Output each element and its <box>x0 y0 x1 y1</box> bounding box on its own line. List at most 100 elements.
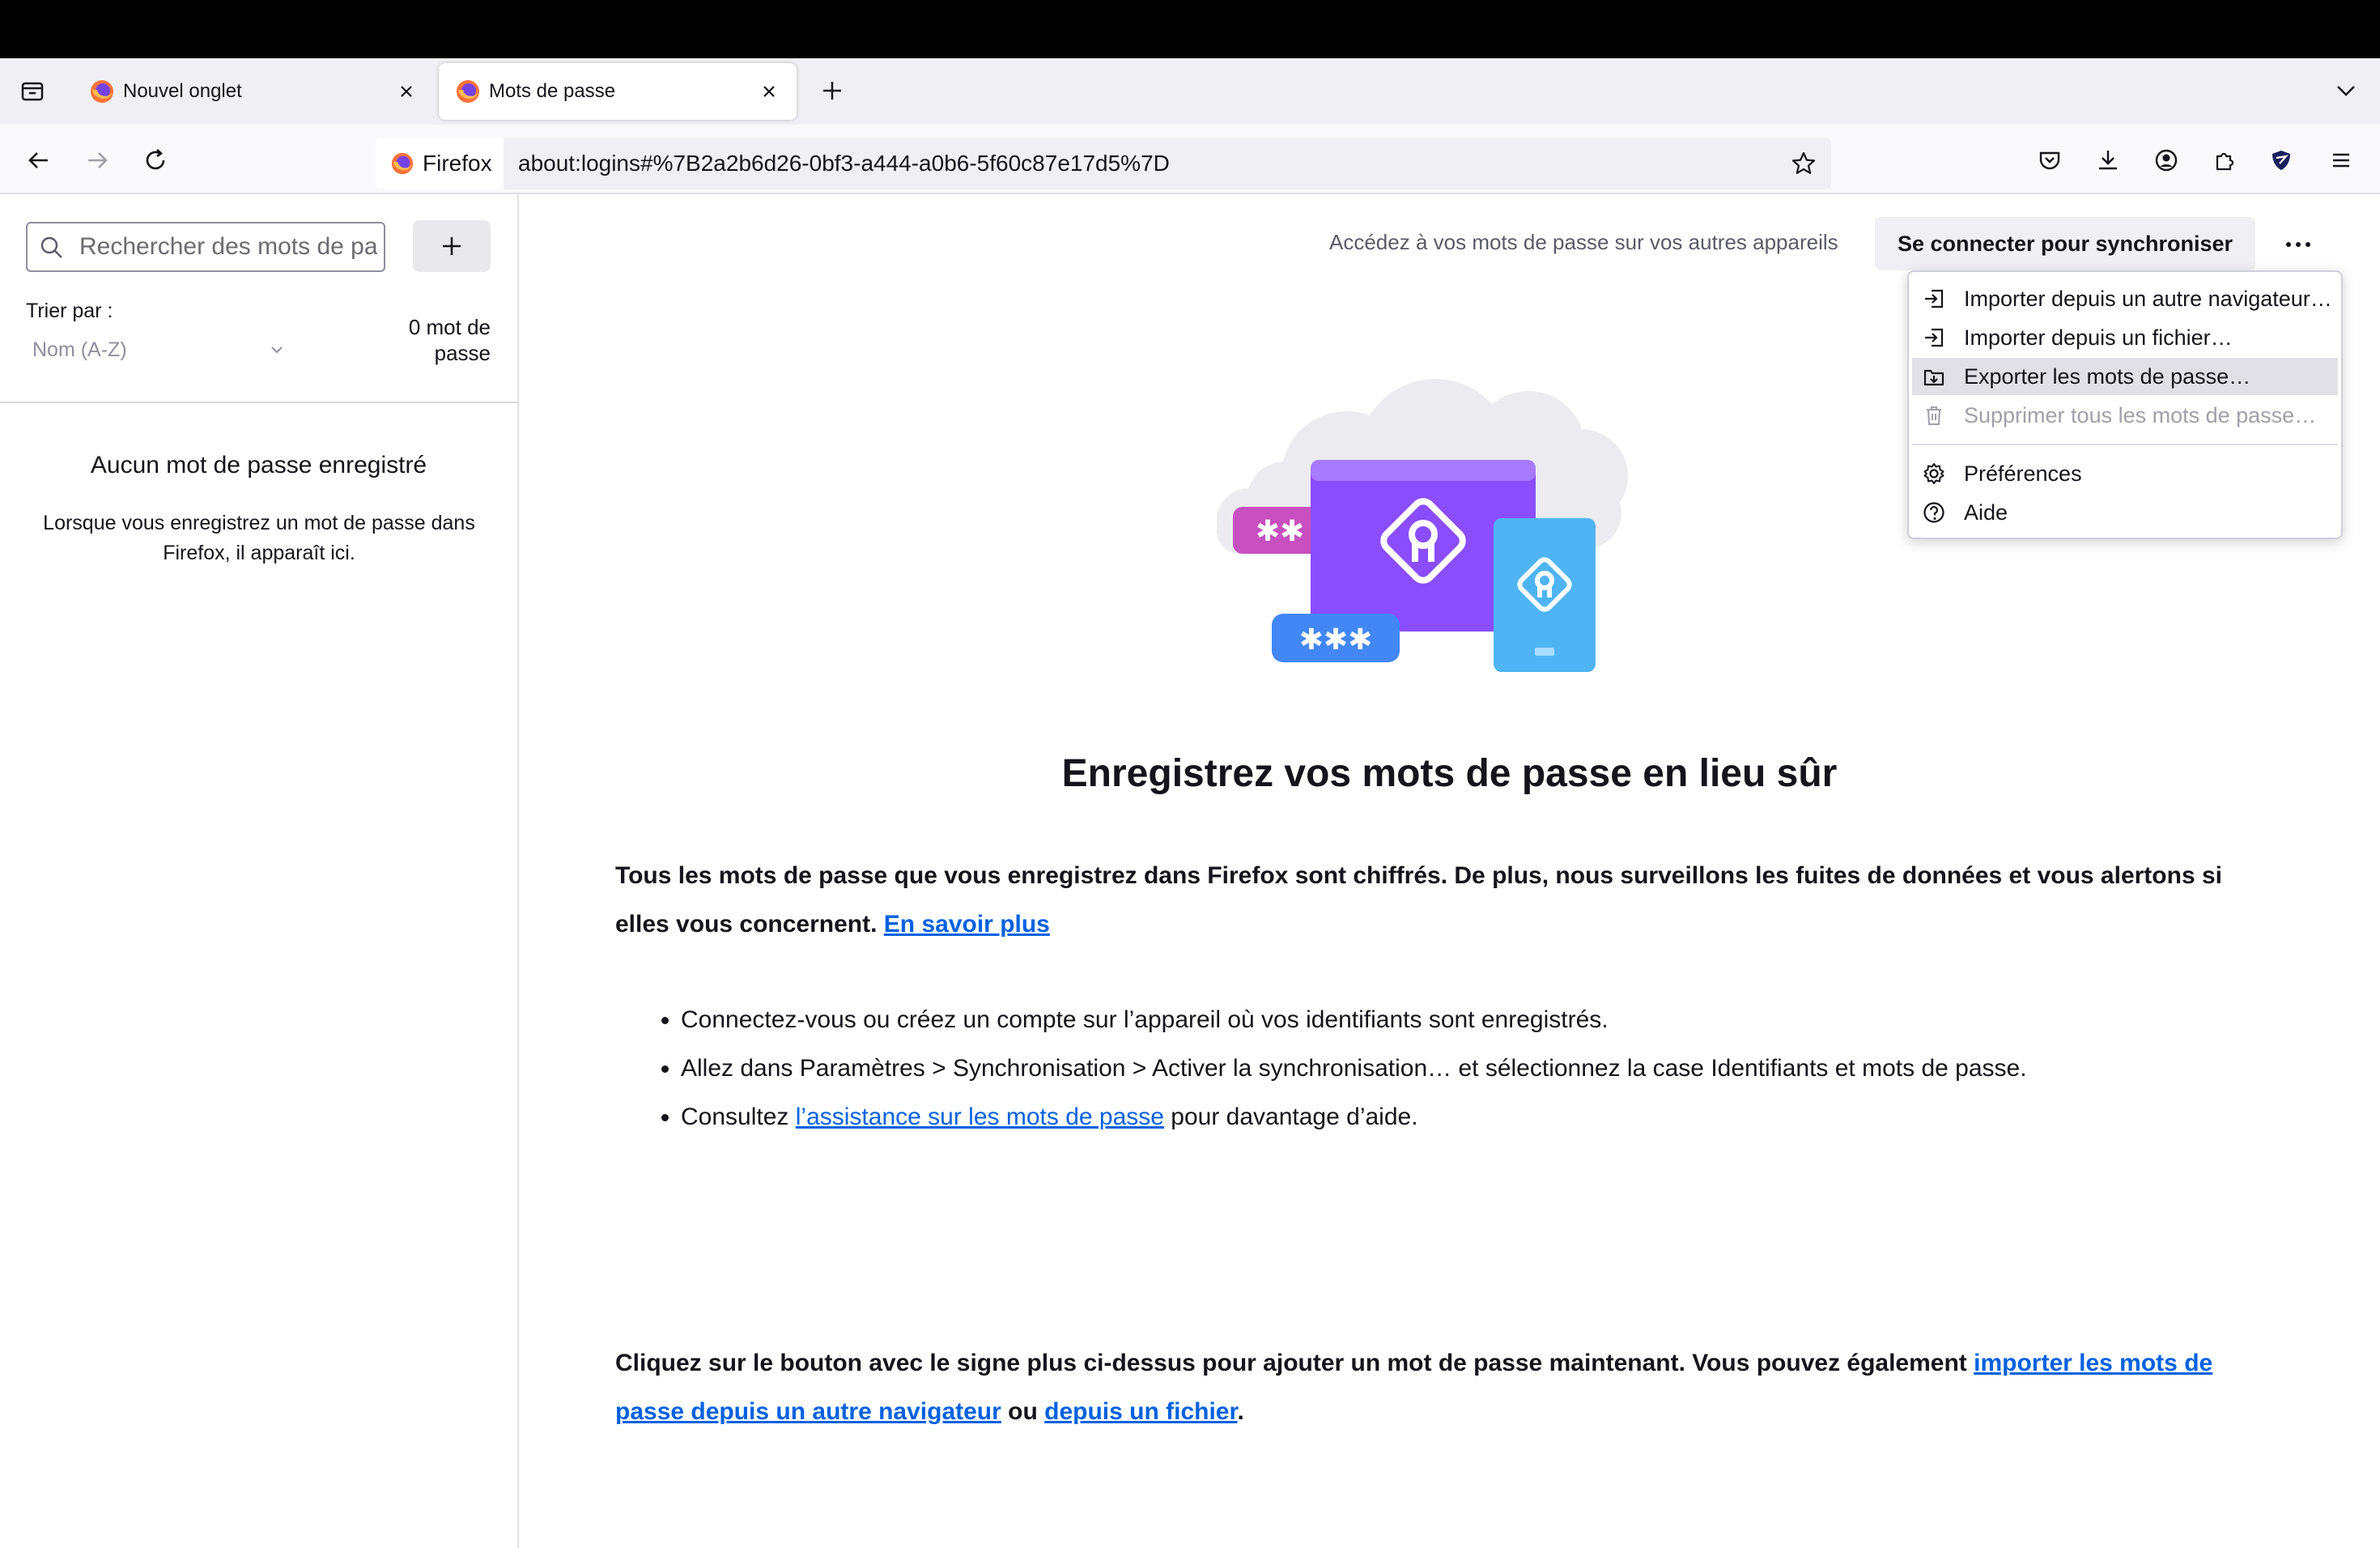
puzzle-icon <box>2216 152 2234 171</box>
outro-post: . <box>1237 1398 1244 1425</box>
plus-icon <box>443 237 461 255</box>
passwords-illustration: ✱✱ ✱✱✱ <box>1217 379 1628 672</box>
identity-label: Firefox <box>423 151 492 176</box>
login-count-line2: passe <box>434 341 491 365</box>
chevron-down-icon <box>271 347 283 354</box>
reload-icon <box>146 149 165 170</box>
chevron-down-icon <box>2337 86 2355 96</box>
firefox-icon <box>457 80 479 103</box>
pocket-button[interactable] <box>2027 138 2072 183</box>
shield-icon <box>2272 151 2290 170</box>
search-icon <box>40 236 62 258</box>
outro-paragraph: Cliquez sur le bouton avec le signe plus… <box>615 1339 2259 1436</box>
more-options-button[interactable] <box>2276 222 2321 267</box>
help-icon <box>1923 502 1944 523</box>
tab-strip: Nouvel onglet Mots de passe <box>0 58 2380 125</box>
tab-close-button[interactable] <box>754 77 784 106</box>
list-item: Connectez-vous ou créez un compte sur l’… <box>681 996 2300 1044</box>
navigation-toolbar: Firefox about:logins#%7B2a2b6d26-0bf3-a4… <box>0 125 2380 194</box>
new-tab-button[interactable] <box>810 68 855 113</box>
gear-icon <box>1923 463 1944 484</box>
outro-mid: ou <box>1001 1398 1045 1425</box>
menu-item-help[interactable]: Aide <box>1912 494 2338 531</box>
add-login-button[interactable] <box>413 220 491 272</box>
tab-close-button[interactable] <box>392 77 421 106</box>
menu-separator <box>1912 444 2338 445</box>
empty-list-title: Aucun mot de passe enregistré <box>90 452 427 478</box>
menu-item-label: Importer depuis un autre navigateur… <box>1964 287 2332 311</box>
more-options-menu: Importer depuis un autre navigateur… Imp… <box>1907 270 2343 539</box>
extension-shield-button[interactable] <box>2259 138 2304 183</box>
logins-sidebar: Rechercher des mots de passe Trier par :… <box>0 194 519 1548</box>
intro-paragraph: Tous les mots de passe que vous enregist… <box>615 852 2259 949</box>
list-item: Allez dans Paramètres > Synchronisation … <box>681 1044 2300 1093</box>
firefox-view-icon <box>21 82 44 101</box>
search-placeholder: Rechercher des mots de passe <box>79 233 377 260</box>
url-bar[interactable]: Firefox about:logins#%7B2a2b6d26-0bf3-a4… <box>376 138 1831 189</box>
account-button[interactable] <box>2144 138 2189 183</box>
import-icon <box>1925 289 1944 308</box>
app-menu-button[interactable] <box>2318 138 2364 183</box>
plus-icon <box>823 82 841 100</box>
menu-item-export[interactable]: Exporter les mots de passe… <box>1912 358 2338 395</box>
sidebar-divider <box>0 402 517 403</box>
back-button[interactable] <box>16 138 62 183</box>
tab-passwords[interactable]: Mots de passe <box>439 63 797 120</box>
tab-new-tab[interactable]: Nouvel onglet <box>73 63 434 120</box>
outro-pre: Cliquez sur le bouton avec le signe plus… <box>615 1350 1974 1376</box>
star-icon <box>1791 151 1816 174</box>
menu-item-import-file[interactable]: Importer depuis un fichier… <box>1912 319 2338 356</box>
tab-title: Mots de passe <box>489 80 616 102</box>
empty-list-description: Lorsque vous enregistrez un mot de passe… <box>43 512 475 564</box>
import-file-link[interactable]: depuis un fichier <box>1044 1398 1237 1425</box>
sort-value: Nom (A-Z) <box>32 338 127 361</box>
intro-text: Tous les mots de passe que vous enregist… <box>615 862 2222 938</box>
login-count-line1: 0 mot de <box>408 315 491 339</box>
reload-button[interactable] <box>133 138 178 183</box>
menu-item-label: Préférences <box>1964 461 2082 486</box>
url-text[interactable]: about:logins#%7B2a2b6d26-0bf3-a444-a0b6-… <box>518 138 1170 189</box>
menu-item-label: Supprimer tous les mots de passe… <box>1964 403 2317 427</box>
import-icon <box>1925 328 1944 347</box>
account-icon <box>2155 149 2178 172</box>
bullet3-pre: Consultez <box>681 1104 796 1130</box>
more-dots-icon <box>2286 242 2310 247</box>
export-icon <box>1923 369 1944 386</box>
svg-text:✱✱✱: ✱✱✱ <box>1299 623 1373 657</box>
tab-title: Nouvel onglet <box>123 80 242 102</box>
identity-box[interactable]: Firefox <box>376 138 504 189</box>
downloads-button[interactable] <box>2085 138 2131 183</box>
os-top-bar <box>0 0 2380 58</box>
close-icon <box>763 86 775 97</box>
login-count: 0 mot de passe <box>368 314 491 366</box>
menu-item-delete-all[interactable]: Supprimer tous les mots de passe… <box>1912 397 2338 434</box>
arrow-right-icon <box>88 152 108 168</box>
firefox-icon <box>91 80 113 103</box>
hamburger-menu-icon <box>2333 153 2349 168</box>
pocket-icon <box>2039 151 2060 170</box>
menu-item-preferences[interactable]: Préférences <box>1912 455 2338 492</box>
sync-signin-button[interactable]: Se connecter pour synchroniser <box>1875 217 2255 270</box>
password-support-link[interactable]: l’assistance sur les mots de passe <box>796 1104 1164 1130</box>
bullet3-post: pour davantage d’aide. <box>1163 1104 1418 1130</box>
trash-icon <box>1927 406 1941 425</box>
intro-heading: Enregistrez vos mots de passe en lieu sû… <box>1061 752 1838 795</box>
learn-more-link[interactable]: En savoir plus <box>884 911 1050 938</box>
sync-steps-list: Connectez-vous ou créez un compte sur l’… <box>648 996 2300 1142</box>
search-input[interactable]: Rechercher des mots de passe <box>26 222 385 272</box>
svg-text:✱✱: ✱✱ <box>1256 515 1304 548</box>
close-icon <box>401 86 412 97</box>
firefox-view-button[interactable] <box>10 68 55 113</box>
menu-item-label: Importer depuis un fichier… <box>1964 325 2233 350</box>
menu-item-label: Exporter les mots de passe… <box>1964 364 2251 389</box>
bookmark-star-button[interactable] <box>1781 141 1826 186</box>
download-icon <box>2099 151 2117 170</box>
arrow-left-icon <box>28 152 48 168</box>
sort-label: Trier par : <box>26 300 113 322</box>
forward-button[interactable] <box>74 138 120 183</box>
sort-select[interactable]: Nom (A-Z) <box>26 334 293 366</box>
menu-item-import-browser[interactable]: Importer depuis un autre navigateur… <box>1912 280 2338 317</box>
list-all-tabs-button[interactable] <box>2323 68 2369 113</box>
extensions-button[interactable] <box>2202 138 2247 183</box>
firefox-icon <box>391 152 414 175</box>
